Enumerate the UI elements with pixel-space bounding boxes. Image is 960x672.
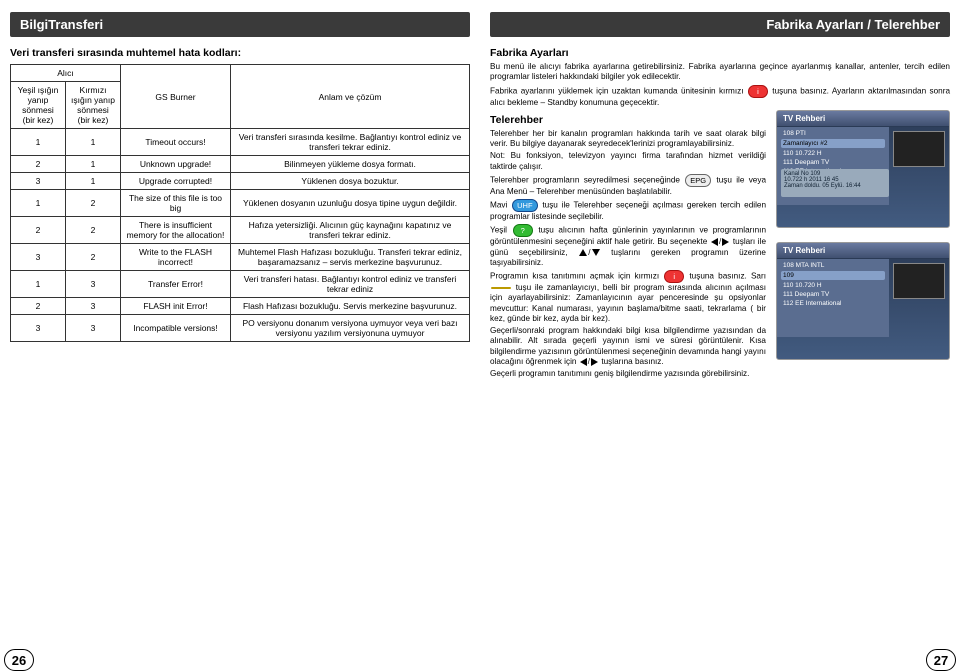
table-row: 23FLASH init Error!Flash Hafızası bozukl… <box>11 298 470 315</box>
list-item: 108 MTA INTL <box>781 261 885 270</box>
tr-p4: Mavi UHF tuşu ile Telerehber seçeneği aç… <box>490 199 766 222</box>
banner-left: BilgiTransferi <box>10 12 470 37</box>
epg-button-icon: EPG <box>685 174 711 187</box>
table-row: 11Timeout occurs!Veri transferi sırasınd… <box>11 129 470 156</box>
uhf-button-icon: UHF <box>512 199 537 212</box>
col-gs: GS Burner <box>121 65 231 129</box>
col-sol: Anlam ve çözüm <box>231 65 470 129</box>
table-row: 33Incompatible versions!PO versiyonu don… <box>11 315 470 342</box>
list-item: 111 Deepam TV <box>781 158 885 167</box>
tr-p8: Geçerli/sonraki program hakkındaki bilgi… <box>490 326 766 367</box>
left-arrow-icon <box>580 358 587 366</box>
tr-p1: Telerehber her bir kanalın programları h… <box>490 129 766 150</box>
list-item: 110 10.722 H <box>781 149 885 158</box>
tr-p5: Yeşil ? tuşu alıcının hafta günlerinin y… <box>490 224 766 268</box>
table-row: 31Upgrade corrupted!Yüklenen dosya bozuk… <box>11 173 470 190</box>
page-right: Fabrika Ayarları / Telerehber Fabrika Ay… <box>490 12 950 381</box>
fabrika-p1: Bu menü ile alıcıyı fabrika ayarlarına g… <box>490 62 950 83</box>
list-item-hi: Zamanlayıcı #2 <box>781 139 885 148</box>
col-alici: Alıcı <box>11 65 121 82</box>
tv-preview <box>893 131 945 167</box>
telerehber-title: Telerehber <box>490 114 766 126</box>
table-row: 21Unknown upgrade!Bilinmeyen yükleme dos… <box>11 156 470 173</box>
telerehber-text-column: Telerehber Telerehber her bir kanalın pr… <box>490 110 766 382</box>
list-item: 108 PTI <box>781 129 885 138</box>
table-row: 32Write to the FLASH incorrect!Muhtemel … <box>11 244 470 271</box>
list-item-hi: 109 <box>781 271 885 280</box>
green-q-button-icon: ? <box>513 224 533 237</box>
screenshot-column: TV Rehberi 108 PTI Zamanlayıcı #2 110 10… <box>776 110 950 382</box>
page-left: BilgiTransferi Veri transferi sırasında … <box>10 12 470 342</box>
error-codes-heading: Veri transferi sırasında muhtemel hata k… <box>10 47 470 59</box>
list-item: 111 Deepam TV <box>781 290 885 299</box>
page-number-left: 26 <box>4 649 34 671</box>
yellow-button-icon <box>491 287 511 289</box>
up-arrow-icon <box>579 249 587 256</box>
list-item: 110 10.720 H <box>781 281 885 290</box>
col-green: Yeşil ışığın yanıp sönmesi (bir kez) <box>11 82 66 129</box>
col-red: Kırmızı ışığın yanıp sönmesi (bir kez) <box>66 82 121 129</box>
list-item: 112 EE International <box>781 299 885 308</box>
banner-right: Fabrika Ayarları / Telerehber <box>490 12 950 37</box>
tr-p3: Telerehber programların seyredilmesi seç… <box>490 174 766 197</box>
red-i-button-icon: i <box>748 85 768 98</box>
error-code-table: Alıcı GS Burner Anlam ve çözüm Yeşil ışı… <box>10 64 470 342</box>
right-arrow-icon <box>591 358 598 366</box>
tv-guide-screenshot-2: TV Rehberi 108 MTA INTL 109 110 10.720 H… <box>776 242 950 360</box>
table-row: 22There is insufficient memory for the a… <box>11 217 470 244</box>
tv-preview <box>893 263 945 299</box>
fabrika-ayarlari-title: Fabrika Ayarları <box>490 47 950 59</box>
down-arrow-icon <box>592 249 600 256</box>
tv-infobox: Kanal No 109 10.722 h 2011 16 45 Zaman d… <box>781 169 889 197</box>
left-arrow-icon <box>711 238 718 246</box>
tr-p7: Programın kısa tanıtımını açmak için kır… <box>490 270 766 324</box>
right-arrow-icon <box>722 238 729 246</box>
fabrika-p2: Fabrika ayarlarını yüklemek için uzaktan… <box>490 85 950 108</box>
tr-p9: Geçerli programın tanıtımını geniş bilgi… <box>490 369 766 379</box>
red-i-button-icon: i <box>664 270 684 283</box>
tv-title: TV Rehberi <box>777 243 949 259</box>
tv-title: TV Rehberi <box>777 111 949 127</box>
table-row: 13Transfer Error!Veri transferi hatası. … <box>11 271 470 298</box>
table-row: 12The size of this file is too bigYüklen… <box>11 190 470 217</box>
page-number-right: 27 <box>926 649 956 671</box>
tv-list: 108 MTA INTL 109 110 10.720 H 111 Deepam… <box>777 259 889 337</box>
tr-p2: Not: Bu fonksiyon, televizyon yayıncı fi… <box>490 151 766 172</box>
tv-guide-screenshot-1: TV Rehberi 108 PTI Zamanlayıcı #2 110 10… <box>776 110 950 228</box>
